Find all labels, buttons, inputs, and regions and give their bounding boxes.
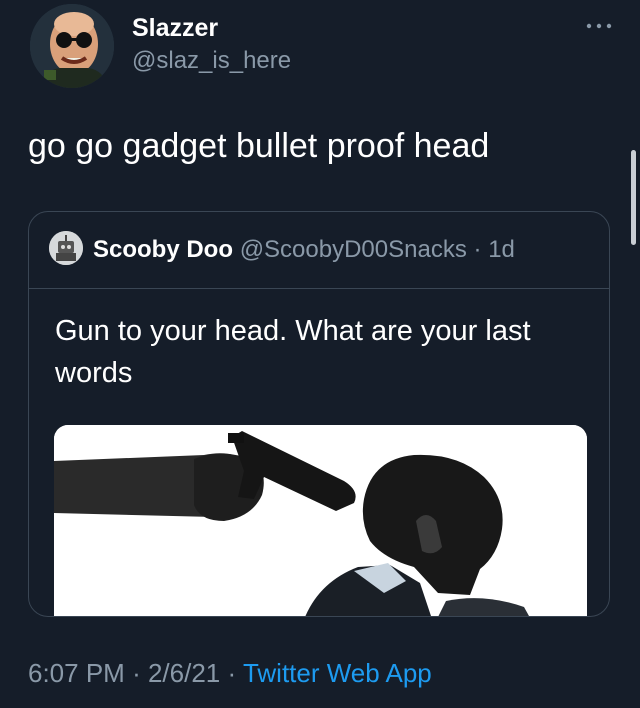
tweet-date[interactable]: 2/6/21 (148, 658, 220, 688)
quoted-tweet-meta: Scooby Doo @ScoobyD00Snacks · 1d (93, 236, 515, 264)
quoted-meta-separator: · (473, 236, 482, 263)
avatar-robot-icon (49, 231, 83, 265)
quoted-author-name: Scooby Doo (93, 236, 234, 263)
scrollbar[interactable] (631, 150, 636, 245)
author-handle[interactable]: @slaz_is_here (132, 47, 291, 75)
quoted-tweet-header: Scooby Doo @ScoobyD00Snacks · 1d (29, 212, 609, 288)
author-name[interactable]: Slazzer (132, 14, 218, 43)
quoted-author-avatar (49, 231, 83, 265)
meta-separator-2: · (227, 658, 237, 688)
tweet-time[interactable]: 6:07 PM (28, 658, 125, 688)
author-avatar[interactable] (30, 4, 114, 88)
quoted-tweet-image[interactable] (54, 425, 587, 616)
tweet-text: go go gadget bullet proof head (28, 127, 490, 165)
quoted-tweet-age: 1d (488, 236, 515, 263)
tweet: Slazzer @slaz_is_here go go gadget bulle… (0, 0, 640, 708)
tweet-timestamp: 6:07 PM · 2/6/21 · Twitter Web App (28, 658, 432, 689)
meta-separator: · (132, 658, 141, 688)
quoted-tweet-text: Gun to your head. What are your last wor… (55, 315, 531, 389)
tweet-source-link[interactable]: Twitter Web App (243, 658, 432, 688)
quoted-tweet[interactable]: Scooby Doo @ScoobyD00Snacks · 1d Gun to … (28, 211, 610, 617)
photo-hand-gun-to-head (54, 425, 587, 616)
avatar-image (30, 4, 114, 88)
quoted-divider (29, 288, 609, 289)
quoted-author-handle: @ScoobyD00Snacks (239, 236, 467, 263)
more-horizontal-icon[interactable] (584, 16, 614, 36)
